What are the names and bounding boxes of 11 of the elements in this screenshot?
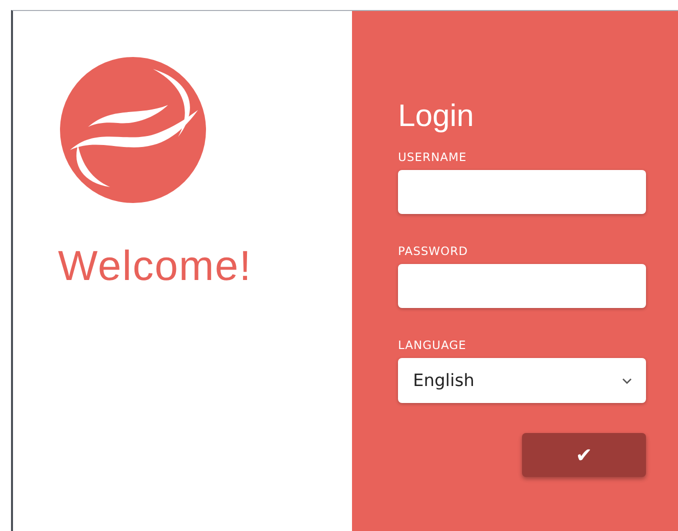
welcome-heading: Welcome! (58, 243, 253, 290)
logo-icon (58, 55, 208, 205)
chevron-down-icon (622, 378, 632, 384)
username-field[interactable] (398, 170, 646, 214)
language-dropdown[interactable]: English (398, 358, 646, 404)
login-title: Login (398, 97, 475, 134)
password-field[interactable] (398, 264, 646, 308)
submit-button[interactable]: ✔ (522, 433, 646, 478)
field-label: LANGUAGE (398, 338, 468, 352)
field-label: USERNAME (398, 150, 468, 164)
field-label: PASSWORD (398, 244, 469, 258)
